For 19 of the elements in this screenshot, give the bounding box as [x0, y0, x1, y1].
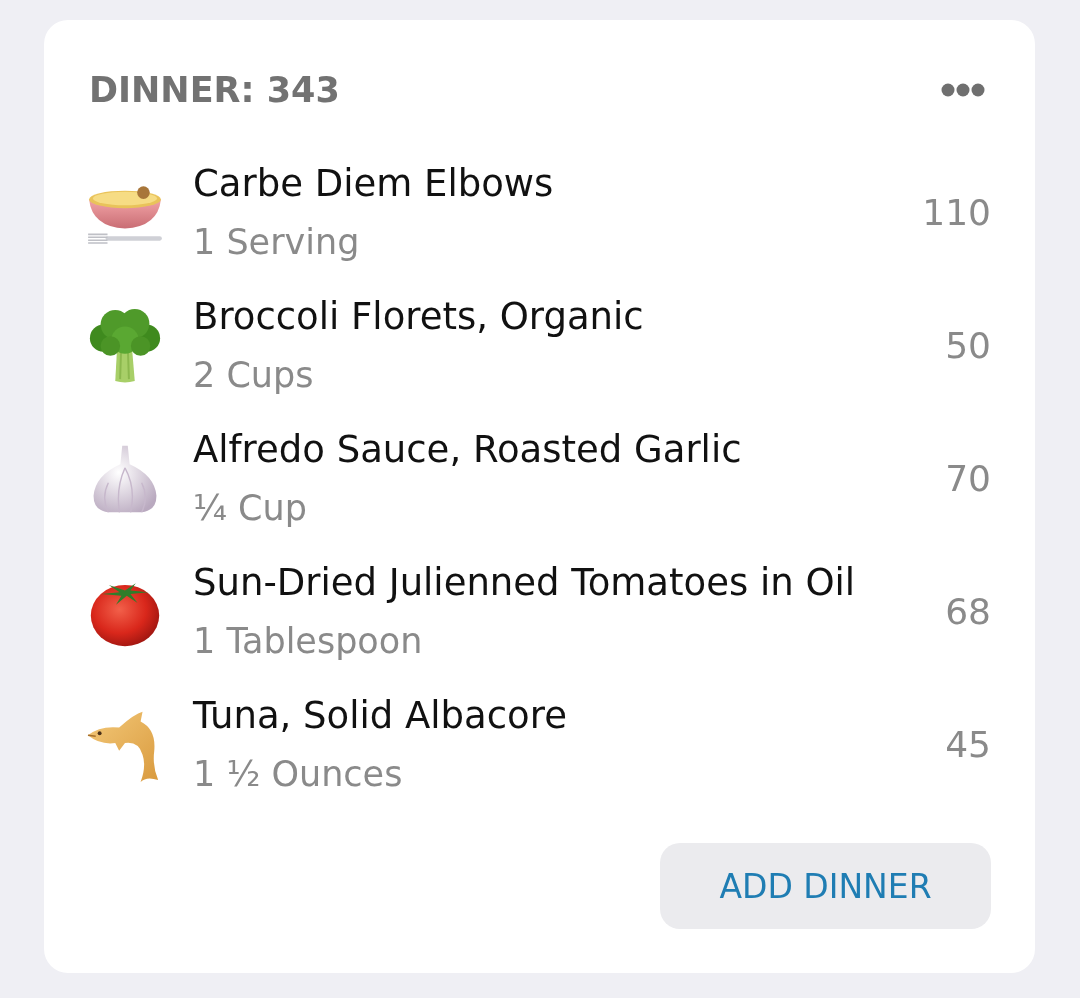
serving-size: ¼ Cup: [193, 486, 307, 530]
food-name: Carbe Diem Elbows: [193, 160, 554, 207]
serving-size: 1 Tablespoon: [193, 619, 423, 663]
serving-size: 1 ½ Ounces: [193, 752, 403, 796]
add-dinner-button[interactable]: ADD DINNER: [660, 843, 991, 929]
food-name: Alfredo Sauce, Roasted Garlic: [193, 426, 742, 473]
calorie-count: 50: [945, 325, 991, 366]
ellipsis-icon: [941, 83, 985, 97]
calorie-count: 70: [945, 458, 991, 499]
calorie-count: 110: [922, 192, 991, 233]
calorie-count: 68: [945, 591, 991, 632]
food-name: Sun-Dried Julienned Tomatoes in Oil: [193, 559, 856, 606]
calorie-count: 45: [945, 724, 991, 765]
food-name: Broccoli Florets, Organic: [193, 293, 644, 340]
serving-size: 1 Serving: [193, 220, 360, 264]
serving-size: 2 Cups: [193, 353, 314, 397]
food-name: Tuna, Solid Albacore: [193, 692, 567, 739]
meal-title: DINNER: 343: [89, 69, 340, 112]
more-button[interactable]: [941, 83, 985, 97]
